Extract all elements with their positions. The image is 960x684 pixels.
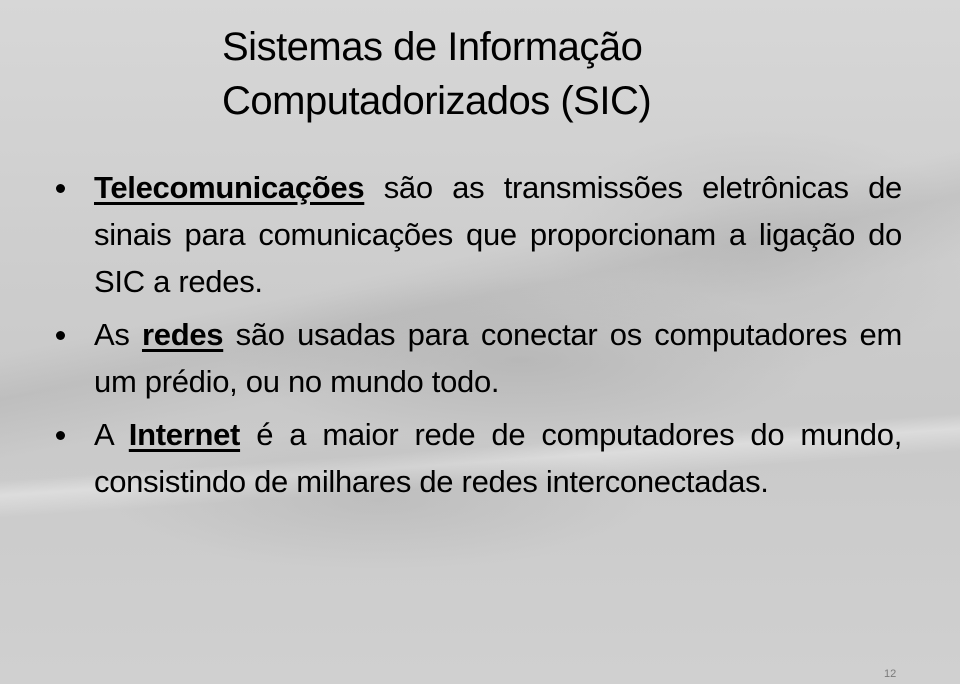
keyword-telecomunicacoes: Telecomunicações: [94, 170, 365, 205]
bullet-dot-icon: [56, 331, 65, 340]
slide-title-line-1: Sistemas de Informação: [222, 25, 643, 69]
bullet-item-telecomunicacoes: Telecomunicações são as transmissões ele…: [56, 164, 902, 305]
bullet-list: Telecomunicações são as transmissões ele…: [56, 164, 902, 511]
slide-title: Sistemas de Informação Computadorizados …: [222, 20, 822, 128]
bullet-text-before: A: [94, 417, 129, 452]
bullet-item-redes: As redes são usadas para conectar os com…: [56, 311, 902, 405]
bullet-text-before: As: [94, 317, 142, 352]
slide: Sistemas de Informação Computadorizados …: [0, 0, 960, 684]
page-number: 12: [884, 668, 897, 680]
bullet-item-internet: A Internet é a maior rede de computadore…: [56, 411, 902, 505]
bullet-dot-icon: [56, 184, 65, 193]
slide-title-line-2: Computadorizados (SIC): [222, 79, 652, 123]
keyword-internet: Internet: [128, 417, 241, 452]
keyword-redes: redes: [141, 317, 224, 352]
bullet-dot-icon: [56, 431, 65, 440]
